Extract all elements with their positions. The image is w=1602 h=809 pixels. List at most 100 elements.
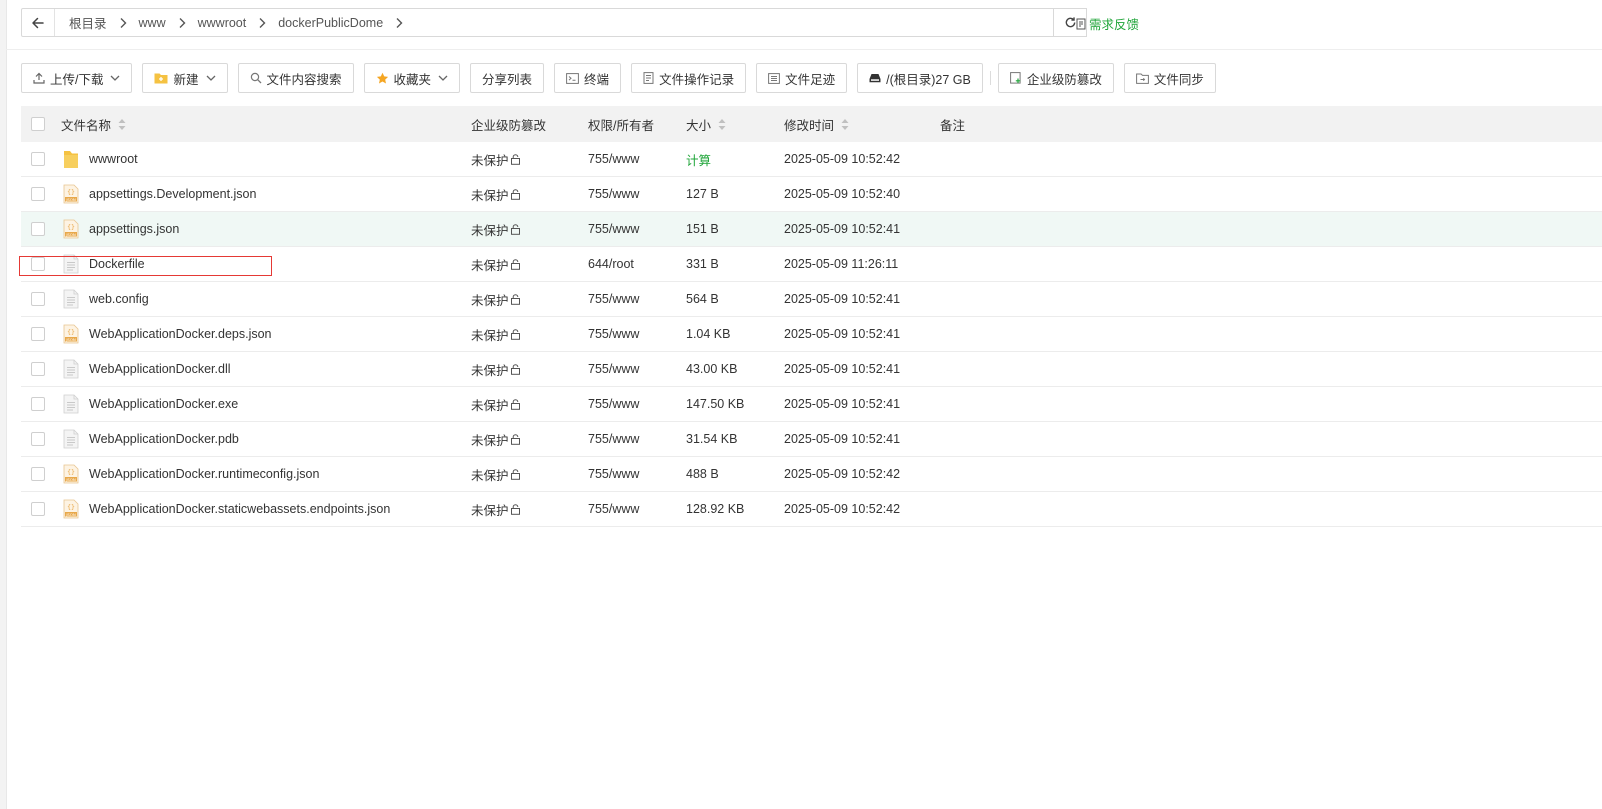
table-row[interactable]: Dockerfile 未保护 644/root 331 B 2025-05-09 11:… — [19, 247, 1602, 282]
permission-owner[interactable]: 755/www — [588, 282, 639, 316]
row-checkbox[interactable] — [31, 432, 45, 446]
column-header-permission: 权限/所有者 — [588, 118, 654, 133]
calculate-size-link[interactable]: 计算 — [686, 142, 711, 176]
svg-text:JSON: JSON — [65, 197, 76, 202]
unlock-icon[interactable] — [510, 293, 521, 308]
table-row[interactable]: wwwroot 未保护 755/www 计算 2025-05-09 10:52:42 — [21, 142, 1602, 177]
file-name[interactable]: WebApplicationDocker.staticwebassets.end… — [89, 502, 390, 516]
permission-owner[interactable]: 755/www — [588, 317, 639, 351]
row-checkbox[interactable] — [31, 327, 45, 341]
table-row[interactable]: WebApplicationDocker.dll 未保护 755/www 43.00 … — [21, 352, 1602, 387]
unlock-icon[interactable] — [510, 433, 521, 448]
permission-owner[interactable]: 755/www — [588, 212, 639, 246]
file-name[interactable]: appsettings.json — [89, 222, 179, 236]
file-icon — [61, 429, 81, 449]
svg-text:JSON: JSON — [65, 512, 76, 517]
table-row[interactable]: {} JSON appsettings.json 未保护 755/www 151 B 202… — [21, 212, 1602, 247]
column-header-name[interactable]: 文件名称 — [61, 106, 126, 142]
protection-status: 未保护 — [471, 188, 509, 203]
permission-owner[interactable]: 644/root — [588, 247, 634, 281]
modified-time: 2025-05-09 11:26:11 — [784, 257, 899, 271]
upload-download-button[interactable]: 上传/下载 — [21, 63, 133, 93]
file-name[interactable]: WebApplicationDocker.dll — [89, 362, 231, 376]
table-header: 文件名称 企业级防篡改 权限/所有者 大小 修改时间 备注 — [21, 106, 1602, 142]
unlock-icon[interactable] — [510, 258, 521, 273]
unlock-icon[interactable] — [510, 223, 521, 238]
tamper-proof-button[interactable]: 企业级防篡改 — [997, 63, 1114, 93]
row-checkbox[interactable] — [31, 292, 45, 306]
file-footprint-button[interactable]: 文件足迹 — [756, 63, 848, 93]
file-name[interactable]: WebApplicationDocker.deps.json — [89, 327, 272, 341]
folder-icon — [61, 149, 81, 169]
permission-owner[interactable]: 755/www — [588, 422, 639, 456]
file-name[interactable]: wwwroot — [89, 152, 138, 166]
table-row[interactable]: {} JSON WebApplicationDocker.runtimeconfig… — [21, 457, 1602, 492]
breadcrumb-item-root[interactable]: 根目录 — [63, 13, 113, 32]
row-checkbox[interactable] — [31, 362, 45, 376]
permission-owner[interactable]: 755/www — [588, 177, 639, 211]
protection-status: 未保护 — [471, 293, 509, 308]
permission-owner[interactable]: 755/www — [588, 387, 639, 421]
file-operation-log-button[interactable]: 文件操作记录 — [631, 63, 747, 93]
file-size: 488 B — [686, 467, 719, 481]
terminal-button[interactable]: 终端 — [554, 63, 622, 93]
file-icon — [61, 394, 81, 414]
unlock-icon[interactable] — [510, 188, 521, 203]
table-row[interactable]: {} JSON appsettings.Development.json 未保护 755… — [21, 177, 1602, 212]
permission-owner[interactable]: 755/www — [588, 352, 639, 386]
protection-status: 未保护 — [471, 433, 509, 448]
protection-status: 未保护 — [471, 503, 509, 518]
row-checkbox[interactable] — [31, 397, 45, 411]
file-sync-button[interactable]: 文件同步 — [1123, 63, 1216, 93]
sort-icon[interactable] — [118, 118, 126, 131]
unlock-icon[interactable] — [510, 363, 521, 378]
sort-icon[interactable] — [718, 118, 726, 131]
row-checkbox[interactable] — [31, 222, 45, 236]
new-button[interactable]: 新建 — [142, 63, 228, 93]
unlock-icon[interactable] — [510, 328, 521, 343]
row-checkbox[interactable] — [31, 152, 45, 166]
breadcrumb-item-wwwroot[interactable]: wwwroot — [192, 16, 253, 30]
chevron-down-icon — [111, 75, 120, 81]
unlock-icon[interactable] — [510, 468, 521, 483]
file-content-search-button[interactable]: 文件内容搜索 — [237, 63, 354, 93]
unlock-icon[interactable] — [510, 398, 521, 413]
row-checkbox[interactable] — [31, 467, 45, 481]
table-row[interactable]: WebApplicationDocker.exe 未保护 755/www 147.50… — [21, 387, 1602, 422]
file-name[interactable]: Dockerfile — [89, 257, 145, 271]
svg-text:{}: {} — [67, 328, 75, 336]
table-row[interactable]: {} JSON WebApplicationDocker.staticwebasse… — [21, 492, 1602, 527]
feedback-link[interactable]: 需求反馈 — [1076, 14, 1139, 33]
file-name[interactable]: WebApplicationDocker.pdb — [89, 432, 239, 446]
protection-status: 未保护 — [471, 153, 509, 168]
permission-owner[interactable]: 755/www — [588, 142, 639, 176]
chevron-down-icon — [206, 75, 215, 81]
select-all-checkbox[interactable] — [31, 117, 45, 131]
table-row[interactable]: web.config 未保护 755/www 564 B 2025-05-09 10:5… — [21, 282, 1602, 317]
column-header-size[interactable]: 大小 — [686, 106, 726, 142]
file-table: 文件名称 企业级防篡改 权限/所有者 大小 修改时间 备注 wwwroot 未保护… — [19, 106, 1602, 527]
file-name[interactable]: WebApplicationDocker.exe — [89, 397, 238, 411]
favorites-button[interactable]: 收藏夹 — [363, 63, 461, 93]
unlock-icon[interactable] — [510, 503, 521, 518]
permission-owner[interactable]: 755/www — [588, 457, 639, 491]
modified-time: 2025-05-09 10:52:41 — [784, 222, 901, 236]
breadcrumb-item-www[interactable]: www — [133, 16, 172, 30]
file-name[interactable]: appsettings.Development.json — [89, 187, 256, 201]
unlock-icon[interactable] — [510, 153, 521, 168]
file-name[interactable]: WebApplicationDocker.runtimeconfig.json — [89, 467, 319, 481]
file-name[interactable]: web.config — [89, 292, 149, 306]
table-row[interactable]: WebApplicationDocker.pdb 未保护 755/www 31.54 … — [21, 422, 1602, 457]
row-checkbox[interactable] — [31, 502, 45, 516]
breadcrumb-item-current[interactable]: dockerPublicDome — [272, 16, 389, 30]
row-checkbox[interactable] — [31, 187, 45, 201]
share-list-button[interactable]: 分享列表 — [470, 63, 545, 93]
chevron-right-icon[interactable] — [389, 17, 409, 29]
table-row[interactable]: {} JSON WebApplicationDocker.deps.json 未保护 7… — [21, 317, 1602, 352]
sort-icon[interactable] — [841, 118, 849, 131]
disk-usage-button[interactable]: /(根目录)27 GB — [857, 63, 983, 93]
column-header-mtime[interactable]: 修改时间 — [784, 106, 849, 142]
back-button[interactable] — [22, 9, 55, 36]
permission-owner[interactable]: 755/www — [588, 492, 639, 526]
row-checkbox[interactable] — [31, 257, 45, 271]
